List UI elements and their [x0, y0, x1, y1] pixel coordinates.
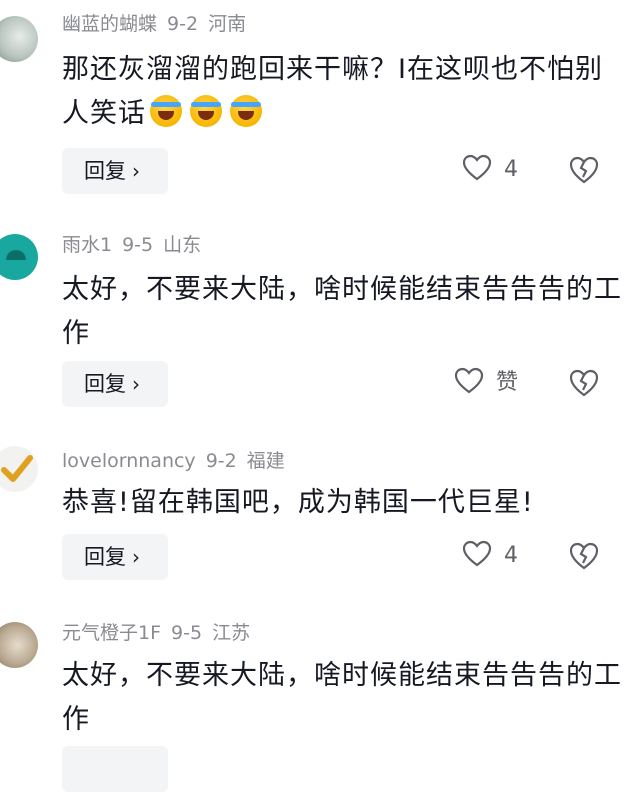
- reply-label: 回复: [84, 545, 126, 569]
- comment-meta: 元气橙子1F 9-5 江苏: [62, 615, 260, 651]
- comment-text: 太好，不要来大陆，啥时候能结束告告告的工作: [62, 660, 622, 735]
- comment-location: 山东: [163, 234, 202, 256]
- like-count: 4: [504, 543, 518, 568]
- comment-text: 太好，不要来大陆，啥时候能结束告告告的工作: [62, 274, 622, 349]
- comment-location: 福建: [246, 450, 285, 472]
- comment-date: 9-5: [122, 234, 154, 256]
- avatar[interactable]: [0, 622, 38, 668]
- comment-date: 9-5: [171, 622, 203, 644]
- comment-location: 河南: [208, 13, 247, 35]
- avatar[interactable]: [0, 446, 38, 492]
- comment-text-block: 那还灰溜溜的跑回来干嘛？I在这呗也不怕别人笑话: [62, 48, 622, 136]
- comment-date: 9-2: [167, 13, 199, 35]
- like-count: 赞: [496, 370, 519, 395]
- laugh-cry-emoji-icon: [190, 95, 222, 127]
- comment-location: 江苏: [212, 622, 251, 644]
- reply-button[interactable]: 回复 ›: [62, 361, 168, 407]
- chevron-right-icon: ›: [132, 372, 140, 396]
- dislike-broken-heart-icon[interactable]: [568, 540, 600, 572]
- reply-button[interactable]: 回复 ›: [62, 534, 168, 580]
- comment-text: 恭喜!留在韩国吧，成为韩国一代巨星!: [62, 487, 534, 518]
- reply-button[interactable]: 回复 ›: [62, 148, 168, 194]
- avatar[interactable]: [0, 234, 38, 280]
- reply-label: 回复: [84, 372, 126, 396]
- username[interactable]: 幽蓝的蝴蝶: [62, 13, 157, 35]
- heart-icon: [454, 367, 484, 394]
- avatar-face: [6, 250, 26, 260]
- heart-icon: [462, 540, 492, 567]
- username[interactable]: lovelornnancy: [62, 450, 196, 472]
- like-button[interactable]: 4: [462, 150, 518, 190]
- dislike-broken-heart-icon[interactable]: [568, 367, 600, 399]
- laugh-cry-emoji-icon: [150, 95, 182, 127]
- reply-label: 回复: [84, 159, 126, 183]
- comment-text: 那还灰溜溜的跑回来干嘛？I在这呗也不怕别人笑话: [62, 54, 603, 129]
- comment-date: 9-2: [205, 450, 237, 472]
- laugh-cry-emoji-icon: [230, 95, 262, 127]
- heart-icon: [462, 154, 492, 181]
- checkmark-icon: [1, 455, 33, 482]
- like-count: 4: [504, 157, 518, 182]
- dislike-broken-heart-icon[interactable]: [568, 154, 600, 186]
- comment-meta: 幽蓝的蝴蝶 9-2 河南: [62, 6, 256, 42]
- chevron-right-icon: ›: [132, 545, 140, 569]
- username[interactable]: 元气橙子1F: [62, 622, 161, 644]
- username[interactable]: 雨水1: [62, 234, 112, 256]
- avatar[interactable]: [0, 16, 38, 62]
- like-button[interactable]: 赞: [454, 363, 518, 403]
- comment-meta: lovelornnancy 9-2 福建: [62, 443, 295, 479]
- reply-button[interactable]: [62, 746, 168, 792]
- comment-meta: 雨水1 9-5 山东: [62, 227, 211, 263]
- chevron-right-icon: ›: [132, 159, 140, 183]
- like-button[interactable]: 4: [462, 536, 518, 576]
